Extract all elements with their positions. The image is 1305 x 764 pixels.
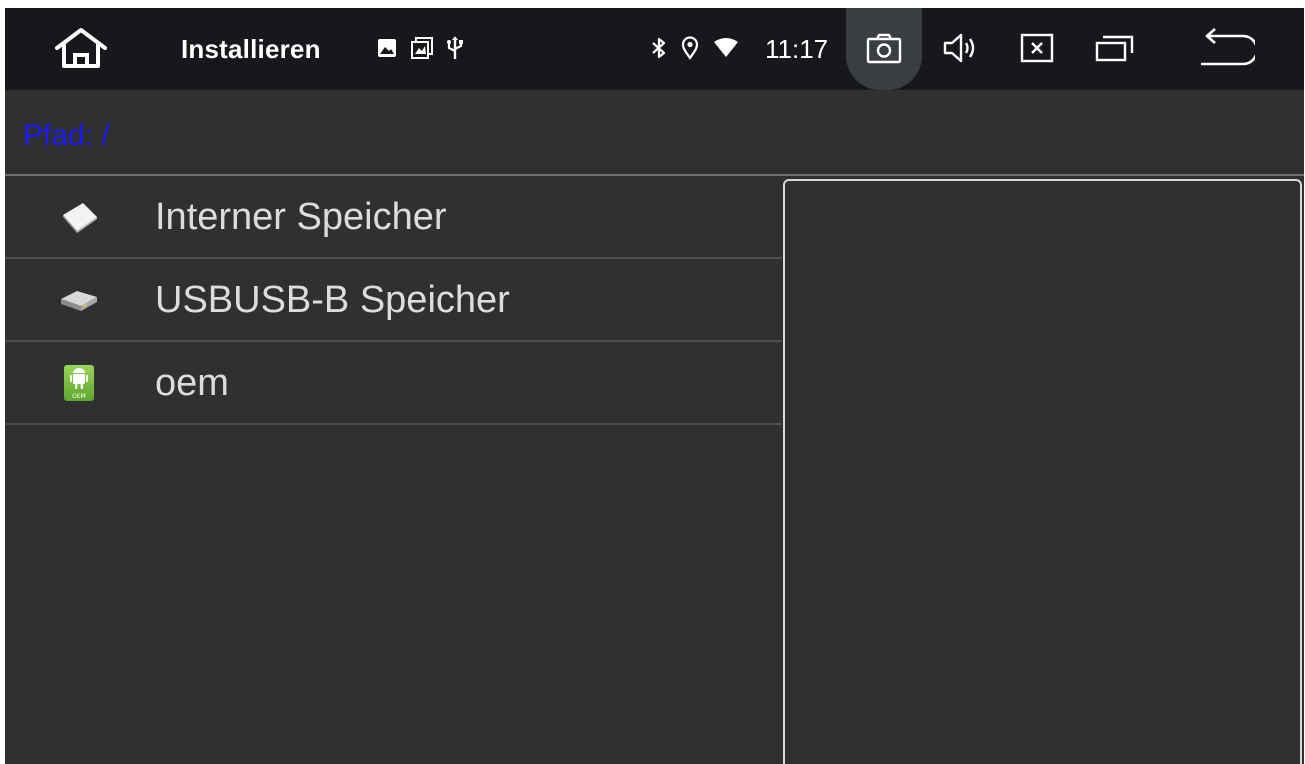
usb-drive-icon [57,278,101,322]
system-icons [651,35,739,65]
close-app-button[interactable] [1009,26,1065,74]
recents-icon [1095,33,1135,68]
list-item-label: Interner Speicher [155,195,447,238]
gallery-icon [411,36,433,64]
app-title: Installieren [181,34,321,64]
usb-icon [447,36,463,65]
path-label: Pfad: / [23,119,110,152]
close-icon [1020,33,1054,68]
back-icon [1197,27,1259,73]
list-item-usb-storage[interactable]: USBUSB-B Speicher [5,259,782,342]
bluetooth-icon [651,36,667,65]
volume-button[interactable] [933,26,989,74]
status-bar: Installieren 11:17 [5,8,1304,90]
storage-list: Interner Speicher USBUSB-B Speicher OEM … [5,176,782,425]
back-button[interactable] [1191,26,1261,74]
list-item-internal-storage[interactable]: Interner Speicher [5,176,782,259]
home-button[interactable] [47,26,115,74]
list-item-label: USBUSB-B Speicher [155,278,510,321]
camera-icon [866,32,902,69]
clock: 11:17 [765,34,829,64]
notification-icons [377,36,463,64]
screen: Installieren 11:17 Pfad: / Interner Spei… [5,8,1304,764]
preview-panel [783,179,1302,764]
list-item-label: oem [155,361,229,404]
internal-storage-icon [57,195,101,239]
recents-button[interactable] [1085,26,1145,74]
wifi-icon [713,37,739,64]
home-icon [51,26,111,75]
list-item-oem[interactable]: OEM oem [5,342,782,425]
volume-icon [943,31,979,70]
location-icon [681,35,699,65]
image-icon [377,38,397,63]
oem-icon-text: OEM [72,393,86,400]
android-oem-icon: OEM [57,361,101,405]
screenshot-button[interactable] [846,8,922,90]
